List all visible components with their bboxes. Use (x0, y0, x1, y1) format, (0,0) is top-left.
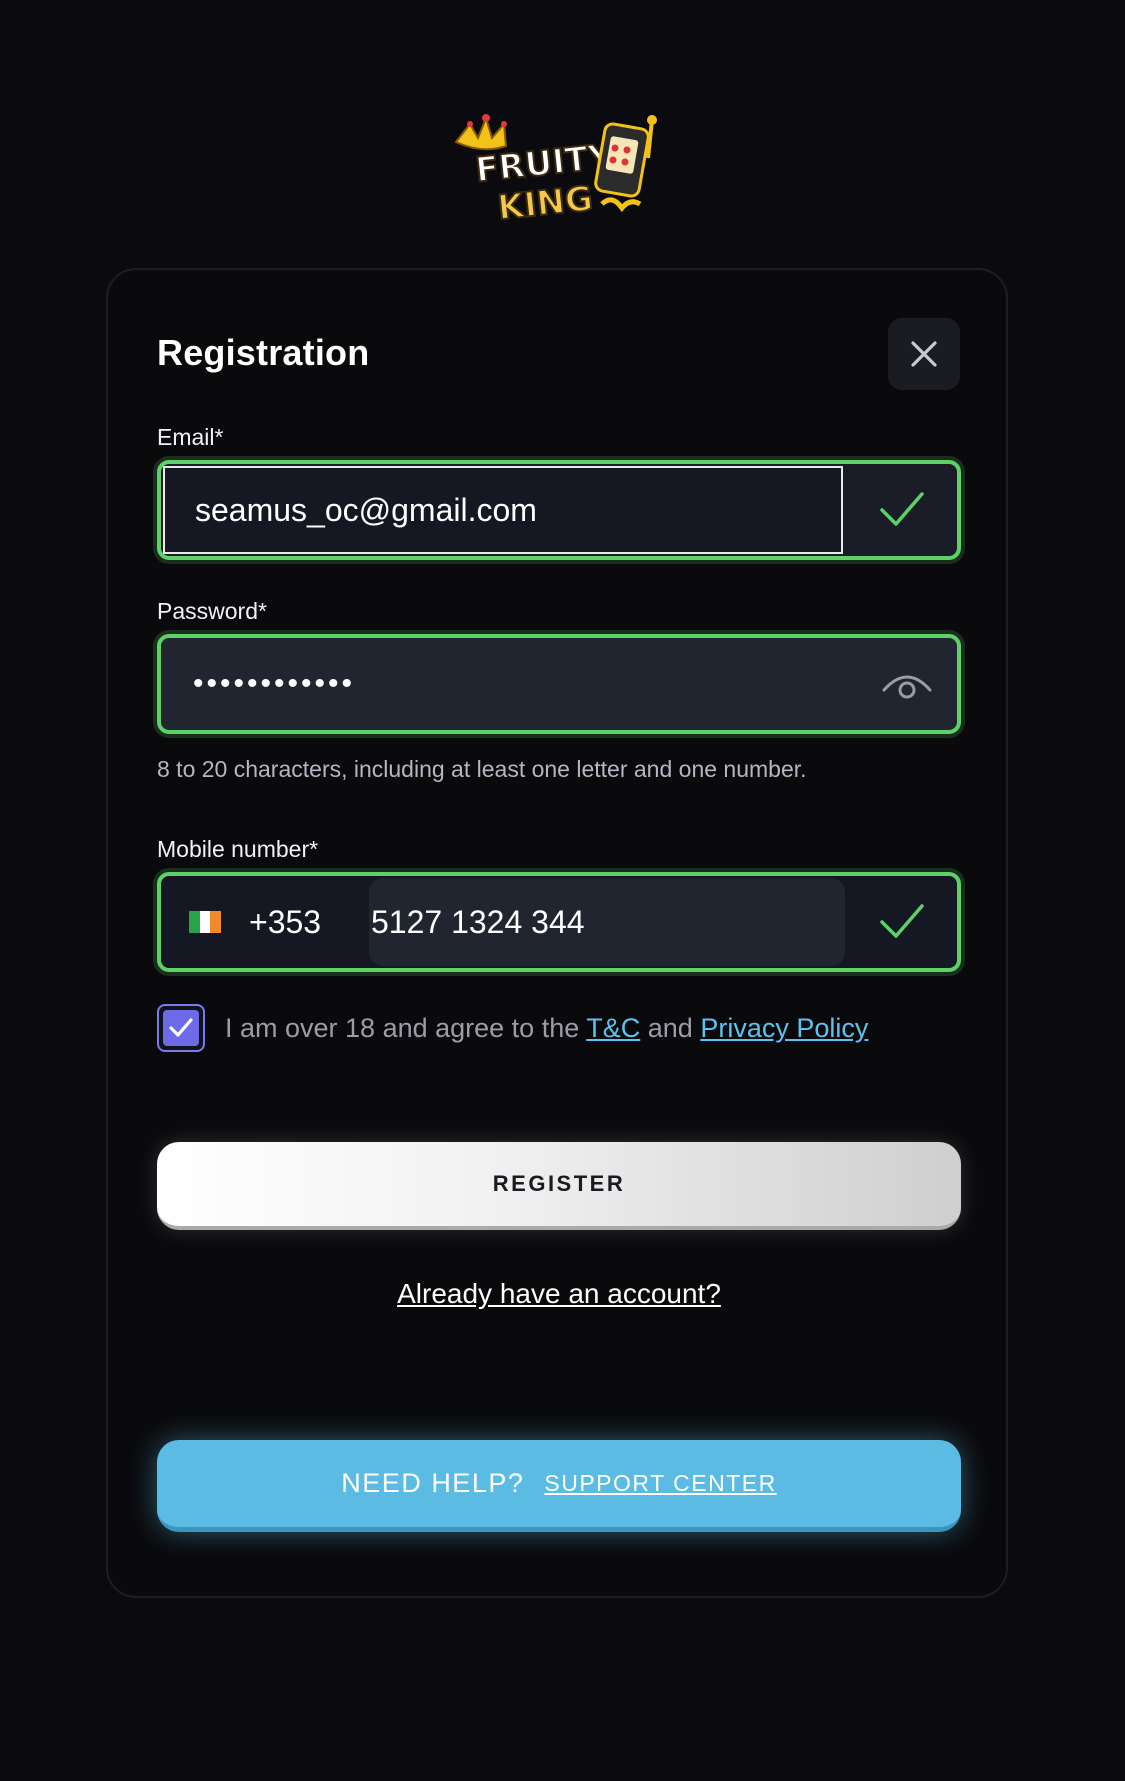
privacy-policy-link[interactable]: Privacy Policy (700, 1013, 868, 1043)
support-center-button[interactable]: NEED HELP? SUPPORT CENTER (157, 1440, 961, 1532)
ireland-flag-icon[interactable] (189, 911, 222, 933)
email-label: Email* (157, 424, 224, 450)
password-label: Password* (157, 598, 267, 624)
check-icon (880, 492, 924, 526)
eye-icon[interactable] (881, 668, 933, 702)
mobile-label: Mobile number* (157, 836, 319, 862)
crown-icon (454, 114, 508, 151)
fruity-king-logo: FRUITY KING (454, 114, 657, 228)
mobile-field: +353 5127 1324 344 (157, 872, 961, 972)
check-icon (880, 904, 924, 938)
email-field: seamus_oc@gmail.com (157, 460, 961, 560)
support-center-link[interactable]: SUPPORT CENTER (544, 1470, 776, 1497)
password-input[interactable]: •••••••••••• (193, 638, 355, 730)
checkmark-icon (169, 1018, 193, 1037)
terms-and: and (647, 1013, 693, 1043)
password-field: •••••••••••• (157, 634, 961, 734)
need-help-text: NEED HELP? (341, 1468, 525, 1498)
register-button[interactable]: REGISTER (157, 1142, 961, 1230)
terms-checkbox[interactable] (157, 1004, 205, 1052)
mobile-input[interactable]: 5127 1324 344 (369, 878, 845, 966)
slot-machine-icon (594, 115, 657, 213)
modal-title: Registration (157, 332, 370, 373)
tc-link[interactable]: T&C (586, 1013, 640, 1043)
terms-text: I am over 18 and agree to the T&C and Pr… (225, 1010, 868, 1046)
login-link[interactable]: Already have an account? (108, 1278, 1010, 1310)
dial-code[interactable]: +353 (249, 876, 321, 968)
terms-prefix: I am over 18 and agree to the (225, 1013, 580, 1043)
close-icon (911, 341, 937, 367)
password-hint: 8 to 20 characters, including at least o… (157, 756, 807, 782)
registration-page: FRUITY KING Registration Email* seamus_o… (0, 0, 1125, 1781)
registration-modal: Registration Email* seamus_oc@gmail.com … (106, 268, 1008, 1598)
close-button[interactable] (888, 318, 960, 390)
email-input[interactable]: seamus_oc@gmail.com (163, 466, 843, 554)
